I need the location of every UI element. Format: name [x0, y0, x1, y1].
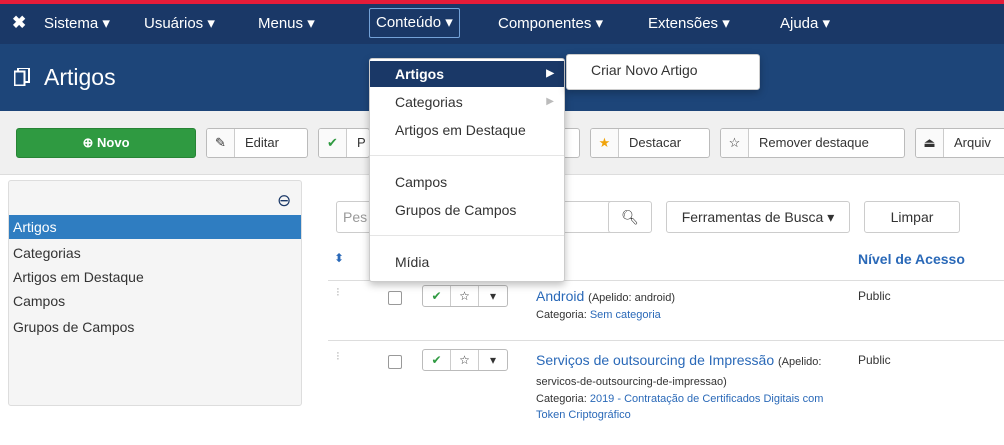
search-icon: 🔍︎ [621, 209, 639, 225]
menu-item-midia[interactable]: Mídia [370, 249, 564, 275]
publish-button[interactable]: ✔ P [318, 128, 370, 158]
nav-componentes[interactable]: Componentes ▾ [498, 4, 603, 44]
row-title-cell: Serviços de outsourcing de Impressão (Ap… [536, 351, 846, 423]
sidebar-item-artigos-destaque[interactable]: Artigos em Destaque [9, 265, 301, 289]
nav-extensoes[interactable]: Extensões ▾ [648, 4, 730, 44]
menu-item-artigos[interactable]: Artigos ▶ [370, 61, 564, 87]
check-icon: ✔ [319, 129, 347, 157]
collapse-sidebar-icon[interactable]: ⊖ [277, 191, 291, 211]
star-icon: ★ [591, 129, 619, 157]
row-checkbox[interactable] [388, 291, 402, 305]
joomla-icon[interactable]: ✖ [12, 14, 30, 32]
edit-button-label: Editar [245, 135, 279, 150]
new-button-label: Novo [97, 135, 130, 150]
publish-button-label: P [357, 135, 366, 150]
sidebar-item-campos[interactable]: Campos [9, 289, 301, 313]
archive-button[interactable]: ⏏ Arquiv [915, 128, 1004, 158]
clear-button[interactable]: Limpar [864, 201, 960, 233]
edit-icon: ✎ [207, 129, 235, 157]
search-tools-button[interactable]: Ferramentas de Busca ▾ [666, 201, 850, 233]
sidebar-item-grupos-campos[interactable]: Grupos de Campos [9, 315, 301, 339]
nav-ajuda[interactable]: Ajuda ▾ [780, 4, 830, 44]
table-row: ⁝ ✔ ☆ ▾ Serviços de outsourcing de Impress… [328, 345, 1004, 445]
menu-item-categorias[interactable]: Categorias ▶ [370, 89, 564, 115]
category-label: Categoria: [536, 393, 587, 405]
edit-button[interactable]: ✎ Editar [206, 128, 308, 158]
menu-item-artigos-label: Artigos [395, 66, 444, 82]
menu-item-criar-novo-artigo[interactable]: Criar Novo Artigo [567, 57, 761, 83]
category-link[interactable]: Sem categoria [590, 309, 661, 321]
conteudo-dropdown-menu: Artigos ▶ Categorias ▶ Artigos em Destaq… [369, 58, 565, 282]
unfeature-button[interactable]: ☆ Remover destaque [720, 128, 905, 158]
archive-icon: ⏏ [916, 129, 944, 157]
sidebar-item-artigos[interactable]: Artigos [9, 215, 301, 239]
star-outline-icon[interactable]: ☆ [451, 286, 479, 306]
published-check-icon[interactable]: ✔ [423, 350, 451, 370]
drag-handle-icon[interactable]: ⁝ [336, 350, 340, 362]
star-outline-icon[interactable]: ☆ [451, 350, 479, 370]
unfeature-button-label: Remover destaque [759, 135, 869, 150]
published-check-icon[interactable]: ✔ [423, 286, 451, 306]
column-access-header[interactable]: Nível de Acesso [858, 251, 965, 267]
caret-down-icon[interactable]: ▾ [479, 350, 507, 370]
caret-down-icon[interactable]: ▾ [479, 286, 507, 306]
menu-item-categorias-label: Categorias [395, 94, 463, 110]
artigos-submenu: Criar Novo Artigo [566, 54, 760, 90]
row-checkbox[interactable] [388, 355, 402, 369]
articles-icon [14, 68, 30, 86]
row-actions: ✔ ☆ ▾ [422, 285, 508, 307]
plus-circle-icon: ⊕ [82, 135, 94, 150]
article-category: Categoria: 2019 - Contratação de Certifi… [536, 391, 846, 423]
menu-divider [370, 235, 564, 236]
search-button[interactable]: 🔍︎ [608, 201, 652, 233]
nav-usuarios[interactable]: Usuários ▾ [144, 4, 215, 44]
star-outline-icon: ☆ [721, 129, 749, 157]
nav-menus[interactable]: Menus ▾ [258, 4, 315, 44]
sidebar: ⊖ Artigos Categorias Artigos em Destaque… [8, 180, 302, 406]
nav-sistema[interactable]: Sistema ▾ [44, 4, 110, 44]
caret-right-icon: ▶ [546, 68, 554, 79]
sort-icon[interactable]: ⬍ [334, 251, 344, 265]
main-navbar: ✖ Sistema ▾ Usuários ▾ Menus ▾ Conteúdo … [0, 4, 1004, 44]
page-title: Artigos [44, 64, 116, 90]
access-level: Public [858, 289, 891, 303]
row-title-cell: Android (Apelido: android) Categoria: Se… [536, 287, 846, 323]
article-title-link[interactable]: Android [536, 288, 584, 304]
archive-button-label: Arquiv [954, 135, 991, 150]
drag-handle-icon[interactable]: ⁝ [336, 286, 340, 298]
access-level: Public [858, 353, 891, 367]
category-label: Categoria: [536, 309, 587, 321]
article-title-link[interactable]: Serviços de outsourcing de Impressão [536, 352, 774, 368]
row-actions: ✔ ☆ ▾ [422, 349, 508, 371]
feature-button-label: Destacar [629, 135, 682, 150]
article-alias: (Apelido: android) [588, 292, 675, 304]
sidebar-item-categorias[interactable]: Categorias [9, 241, 301, 265]
nav-conteudo[interactable]: Conteúdo ▾ [369, 8, 460, 38]
feature-button[interactable]: ★ Destacar [590, 128, 710, 158]
article-category: Categoria: Sem categoria [536, 307, 846, 323]
caret-right-icon: ▶ [546, 96, 554, 107]
menu-item-artigos-destaque[interactable]: Artigos em Destaque [370, 117, 564, 143]
menu-item-campos[interactable]: Campos [370, 169, 564, 195]
menu-item-grupos-campos[interactable]: Grupos de Campos [370, 197, 564, 223]
menu-divider [370, 155, 564, 156]
table-row: ⁝ ✔ ☆ ▾ Android (Apelido: android) Categor… [328, 281, 1004, 341]
new-button[interactable]: ⊕ Novo [16, 128, 196, 158]
